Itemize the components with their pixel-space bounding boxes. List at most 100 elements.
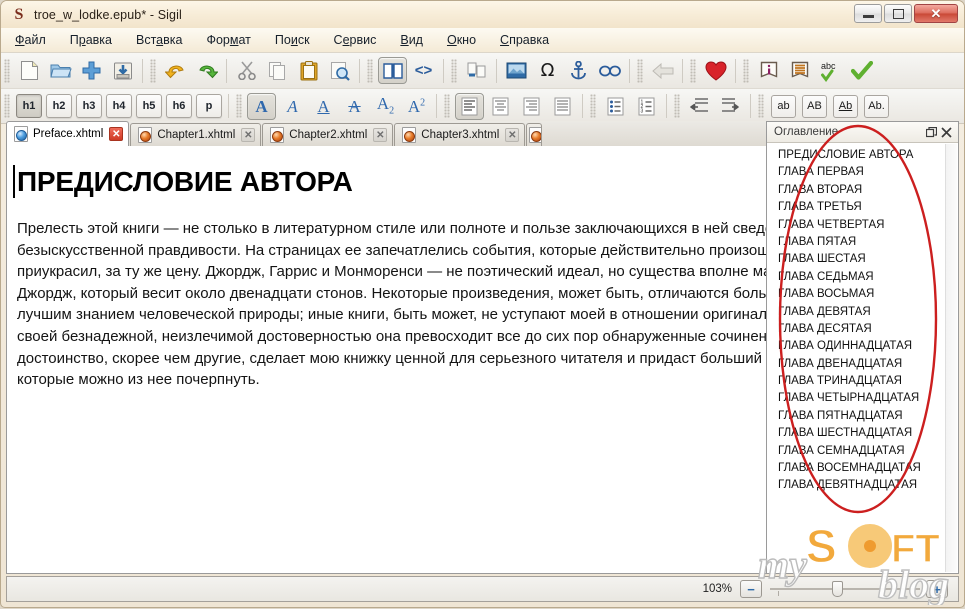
menu-help[interactable]: Справка xyxy=(498,31,551,49)
undo-icon[interactable] xyxy=(161,57,190,84)
subscript-icon[interactable]: A2 xyxy=(371,93,400,120)
cut-icon[interactable] xyxy=(232,57,261,84)
toolbar-grip[interactable] xyxy=(637,58,643,83)
toc-item[interactable]: ГЛАВА ДЕСЯТАЯ xyxy=(768,321,945,338)
toc-item[interactable]: ГЛАВА ВОСЬМАЯ xyxy=(768,286,945,303)
toc-item[interactable]: ГЛАВА ТРИНАДЦАТАЯ xyxy=(768,373,945,390)
toc-item[interactable]: ГЛАВА ПЯТАЯ xyxy=(768,234,945,251)
toc-item[interactable]: ГЛАВА ТРЕТЬЯ xyxy=(768,199,945,216)
underline-icon[interactable]: A xyxy=(309,93,338,120)
float-icon[interactable] xyxy=(924,125,939,140)
insert-special-char-icon[interactable]: Ω xyxy=(533,57,562,84)
increase-indent-icon[interactable] xyxy=(716,93,745,120)
copy-icon[interactable] xyxy=(263,57,292,84)
toc-item[interactable]: ГЛАВА ШЕСТАЯ xyxy=(768,251,945,268)
numbered-list-icon[interactable]: 123 xyxy=(632,93,661,120)
tab-chapter4[interactable] xyxy=(526,123,543,146)
tab-close-icon[interactable]: ✕ xyxy=(241,128,256,142)
code-view-icon[interactable]: <> xyxy=(409,57,438,84)
toolbar-grip[interactable] xyxy=(236,94,242,118)
paste-icon[interactable] xyxy=(294,57,323,84)
toc-item[interactable]: ГЛАВА СЕДЬМАЯ xyxy=(768,269,945,286)
minimize-button[interactable] xyxy=(854,4,882,23)
sentencecase-button[interactable]: Ab. xyxy=(864,94,889,118)
add-to-index-icon[interactable] xyxy=(701,57,730,84)
align-center-icon[interactable] xyxy=(486,93,515,120)
toc-item[interactable]: ГЛАВА ДЕВЯТАЯ xyxy=(768,304,945,321)
toolbar-grip[interactable] xyxy=(4,58,10,83)
paragraph-button[interactable]: p xyxy=(196,94,222,118)
slider-thumb[interactable] xyxy=(832,581,843,597)
heading-h5-button[interactable]: h5 xyxy=(136,94,162,118)
heading-h2-button[interactable]: h2 xyxy=(46,94,72,118)
toc-item[interactable]: ГЛАВА ЧЕТЫРНАДЦАТАЯ xyxy=(768,390,945,407)
toolbar-grip[interactable] xyxy=(590,94,596,118)
menu-edit[interactable]: Правка xyxy=(68,31,114,49)
superscript-icon[interactable]: A2 xyxy=(402,93,431,120)
add-file-icon[interactable] xyxy=(77,57,106,84)
toc-list[interactable]: ПРЕДИСЛОВИЕ АВТОРА ГЛАВА ПЕРВАЯ ГЛАВА ВТОР… xyxy=(768,144,945,572)
toc-item[interactable]: ГЛАВА ДЕВЯТНАДЦАТАЯ xyxy=(768,477,945,494)
toc-scrollbar[interactable] xyxy=(945,144,957,572)
toolbar-grip[interactable] xyxy=(690,58,696,83)
menu-window[interactable]: Окно xyxy=(445,31,478,49)
maximize-button[interactable] xyxy=(884,4,912,23)
toolbar-grip[interactable] xyxy=(444,94,450,118)
insert-anchor-icon[interactable] xyxy=(564,57,593,84)
tab-chapter2[interactable]: Chapter2.xhtml ✕ xyxy=(262,123,394,146)
save-icon[interactable] xyxy=(108,57,137,84)
tab-chapter1[interactable]: Chapter1.xhtml ✕ xyxy=(130,123,262,146)
toc-item[interactable]: ГЛАВА ЧЕТВЕРТАЯ xyxy=(768,217,945,234)
tab-close-icon[interactable]: ✕ xyxy=(373,128,388,142)
tab-chapter3[interactable]: Chapter3.xhtml ✕ xyxy=(394,123,526,146)
heading-h6-button[interactable]: h6 xyxy=(166,94,192,118)
toolbar-grip[interactable] xyxy=(451,58,457,83)
lowercase-button[interactable]: ab xyxy=(771,94,796,118)
toolbar-grip[interactable] xyxy=(150,58,156,83)
toolbar-grip[interactable] xyxy=(743,58,749,83)
tab-close-icon[interactable]: ✕ xyxy=(109,127,124,141)
align-right-icon[interactable] xyxy=(517,93,546,120)
heading-h4-button[interactable]: h4 xyxy=(106,94,132,118)
insert-link-icon[interactable] xyxy=(595,57,624,84)
toc-item[interactable]: ГЛАВА СЕМНАДЦАТАЯ xyxy=(768,443,945,460)
spellcheck-icon[interactable]: abc xyxy=(816,57,845,84)
close-panel-icon[interactable] xyxy=(939,125,954,140)
generate-toc-icon[interactable] xyxy=(785,57,814,84)
align-left-icon[interactable] xyxy=(455,92,484,120)
menu-tools[interactable]: Сервис xyxy=(332,31,379,49)
split-view-icon[interactable] xyxy=(462,57,491,84)
toolbar-grip[interactable] xyxy=(674,94,680,118)
book-view-icon[interactable] xyxy=(378,57,407,84)
decrease-indent-icon[interactable] xyxy=(685,93,714,120)
zoom-slider[interactable] xyxy=(770,580,920,598)
zoom-in-button[interactable]: + xyxy=(926,580,948,598)
zoom-out-button[interactable]: − xyxy=(740,580,762,598)
menu-file[interactable]: Файл xyxy=(13,31,48,49)
redo-icon[interactable] xyxy=(192,57,221,84)
toc-item[interactable]: ПРЕДИСЛОВИЕ АВТОРА xyxy=(768,147,945,164)
italic-icon[interactable]: A xyxy=(278,93,307,120)
menu-view[interactable]: Вид xyxy=(398,31,425,49)
insert-image-icon[interactable] xyxy=(502,57,531,84)
menu-insert[interactable]: Вставка xyxy=(134,31,184,49)
bullet-list-icon[interactable] xyxy=(601,93,630,120)
tab-preface[interactable]: Preface.xhtml ✕ xyxy=(6,121,130,146)
toolbar-grip[interactable] xyxy=(758,94,764,118)
toc-item[interactable]: ГЛАВА ОДИННАДЦАТАЯ xyxy=(768,338,945,355)
find-replace-icon[interactable] xyxy=(325,57,354,84)
strikethrough-icon[interactable]: A xyxy=(340,93,369,120)
heading-h3-button[interactable]: h3 xyxy=(76,94,102,118)
metadata-editor-icon[interactable] xyxy=(754,57,783,84)
toc-item[interactable]: ГЛАВА ШЕСТНАДЦАТАЯ xyxy=(768,425,945,442)
bold-icon[interactable]: A xyxy=(247,92,276,120)
toc-item[interactable]: ГЛАВА ДВЕНАДЦАТАЯ xyxy=(768,356,945,373)
toc-item[interactable]: ГЛАВА ПЕРВАЯ xyxy=(768,164,945,181)
close-button[interactable]: ✕ xyxy=(914,4,958,23)
align-justify-icon[interactable] xyxy=(548,93,577,120)
toolbar-grip[interactable] xyxy=(4,94,10,118)
menu-search[interactable]: Поиск xyxy=(273,31,312,49)
toc-item[interactable]: ГЛАВА ПЯТНАДЦАТАЯ xyxy=(768,408,945,425)
back-icon[interactable] xyxy=(648,57,677,84)
uppercase-button[interactable]: AB xyxy=(802,94,827,118)
